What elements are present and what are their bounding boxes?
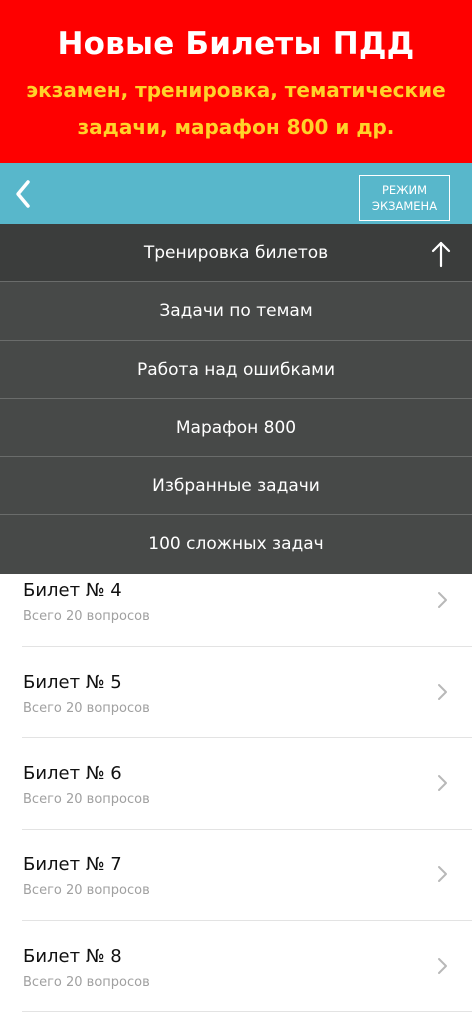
- ticket-row[interactable]: Билет № 7 Всего 20 вопросов: [0, 854, 472, 945]
- menu-item-label: Марафон 800: [175, 418, 297, 438]
- menu-item-marathon[interactable]: Марафон 800: [0, 399, 472, 457]
- ticket-title: Билет № 5: [23, 672, 122, 693]
- promo-title: Новые Билеты ПДД: [57, 26, 415, 62]
- exam-mode-label-line2: ЭКЗАМЕНА: [371, 199, 438, 213]
- menu-item-topic-tasks[interactable]: Задачи по темам: [0, 282, 472, 340]
- chevron-right-icon: [438, 866, 447, 882]
- exam-mode-label-line1: РЕЖИМ: [381, 183, 428, 197]
- ticket-row[interactable]: Билет № 6 Всего 20 вопросов: [0, 763, 472, 854]
- menu-item-label: 100 сложных задач: [148, 534, 324, 554]
- ticket-title: Билет № 7: [23, 854, 122, 875]
- menu-item-mistakes[interactable]: Работа над ошибками: [0, 341, 472, 399]
- promo-subtitle-line1: экзамен, тренировка, тематические: [26, 78, 446, 102]
- chevron-left-icon: [16, 180, 30, 208]
- menu-item-label: Избранные задачи: [152, 476, 320, 496]
- menu-item-hard-tasks[interactable]: 100 сложных задач: [0, 515, 472, 573]
- menu-item-label: Тренировка билетов: [143, 243, 329, 263]
- ticket-row[interactable]: Билет № 5 Всего 20 вопросов: [0, 672, 472, 763]
- menu-item-label: Работа над ошибками: [136, 360, 335, 380]
- chevron-right-icon: [438, 775, 447, 791]
- exam-mode-button[interactable]: РЕЖИМ ЭКЗАМЕНА: [359, 175, 450, 221]
- row-divider: [22, 920, 472, 921]
- promo-banner: Новые Билеты ПДД экзамен, тренировка, те…: [0, 0, 472, 163]
- ticket-question-count: Всего 20 вопросов: [23, 792, 150, 807]
- mode-menu: Тренировка билетов Задачи по темам Работ…: [0, 224, 472, 574]
- row-divider: [22, 737, 472, 738]
- promo-subtitle-line2: задачи, марафон 800 и др.: [77, 115, 395, 139]
- back-button[interactable]: [8, 177, 38, 211]
- ticket-title: Билет № 8: [23, 946, 122, 967]
- ticket-question-count: Всего 20 вопросов: [23, 883, 150, 898]
- navbar: РЕЖИМ ЭКЗАМЕНА: [0, 163, 472, 224]
- ticket-row[interactable]: Билет № 8 Всего 20 вопросов: [0, 946, 472, 1024]
- arrow-up-icon[interactable]: [430, 240, 452, 268]
- ticket-question-count: Всего 20 вопросов: [23, 701, 150, 716]
- row-divider: [22, 1011, 472, 1012]
- chevron-right-icon: [438, 684, 447, 700]
- chevron-right-icon: [438, 592, 447, 608]
- ticket-row[interactable]: Билет № 4 Всего 20 вопросов: [0, 580, 472, 671]
- ticket-title: Билет № 4: [23, 580, 122, 601]
- chevron-right-icon: [438, 958, 447, 974]
- row-divider: [22, 646, 472, 647]
- ticket-question-count: Всего 20 вопросов: [23, 609, 150, 624]
- row-divider: [22, 829, 472, 830]
- menu-item-favorites[interactable]: Избранные задачи: [0, 457, 472, 515]
- menu-item-label: Задачи по темам: [159, 301, 313, 321]
- menu-item-ticket-training[interactable]: Тренировка билетов: [0, 224, 472, 282]
- ticket-question-count: Всего 20 вопросов: [23, 975, 150, 990]
- ticket-title: Билет № 6: [23, 763, 122, 784]
